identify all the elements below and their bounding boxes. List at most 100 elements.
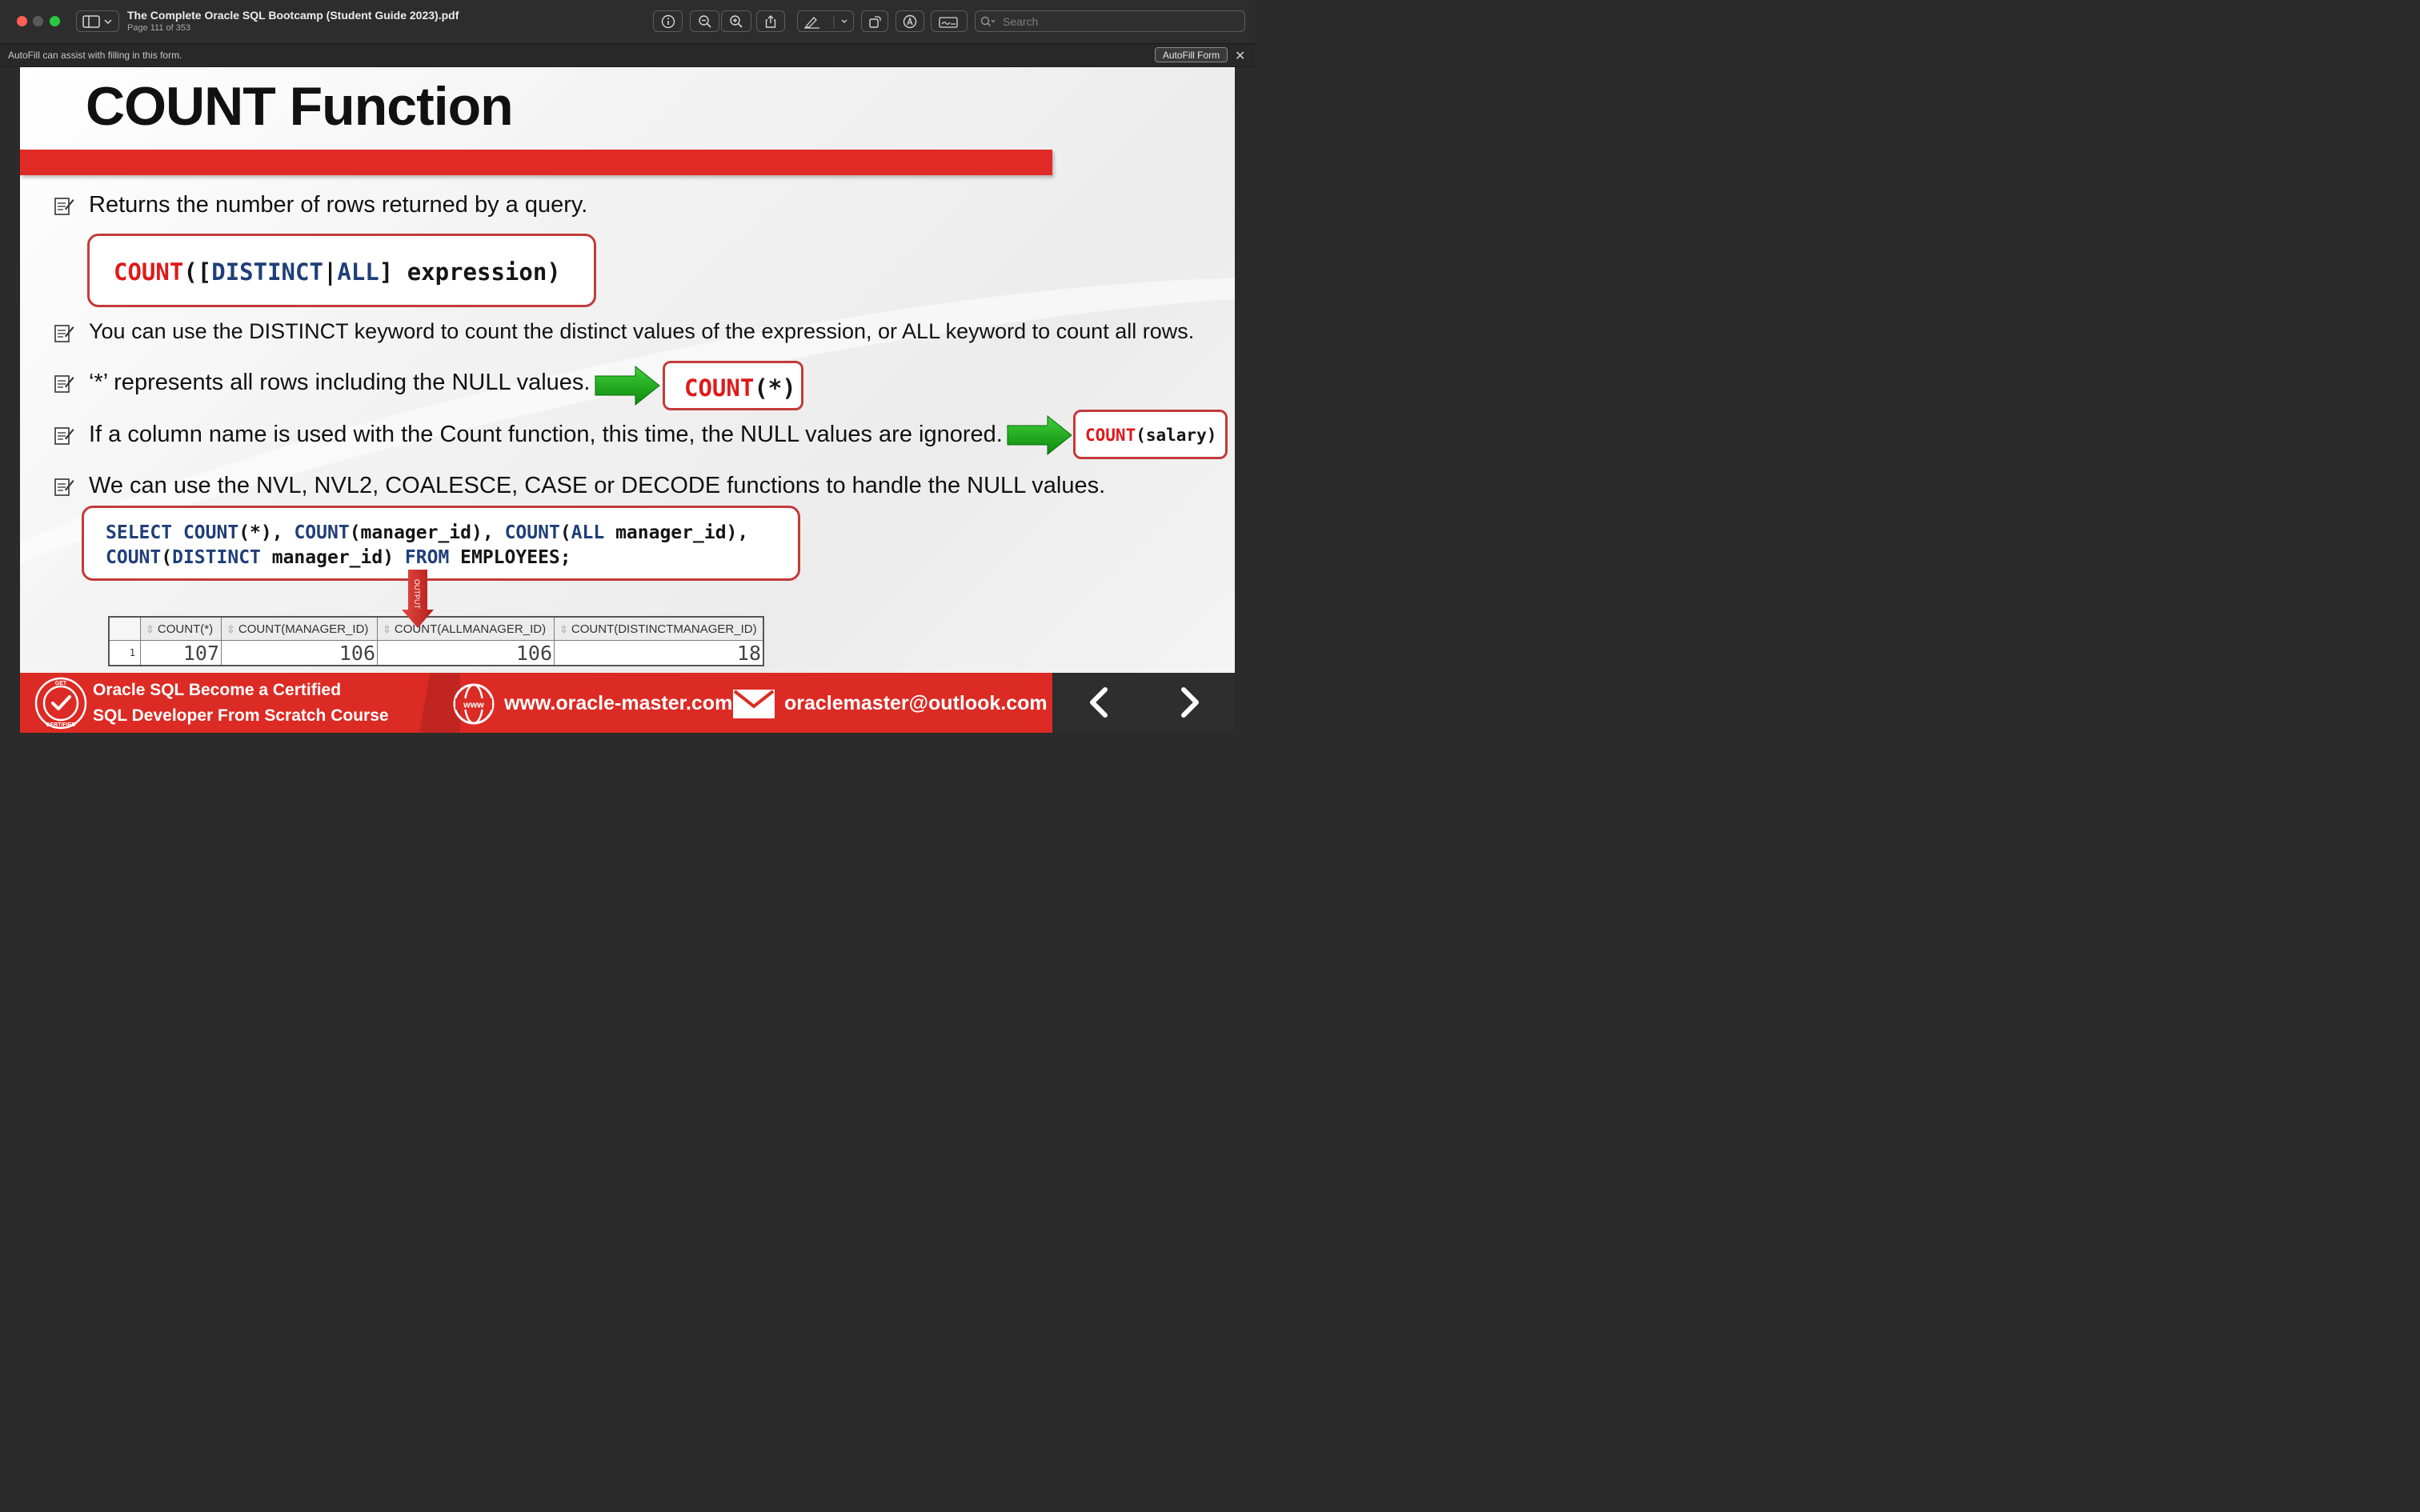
sidebar-toggle-button[interactable]	[76, 10, 119, 32]
sidebar-icon	[82, 14, 112, 28]
notepad-icon	[54, 427, 74, 445]
syntax-separator: |	[323, 258, 338, 286]
column-header-label: COUNT(MANAGER_ID)	[238, 622, 369, 636]
course-line-2: SQL Developer From Scratch Course	[93, 706, 389, 725]
zoom-window-button[interactable]	[50, 16, 60, 26]
zoom-out-button[interactable]	[690, 10, 719, 32]
arg-manager-id: manager_id)	[260, 547, 405, 568]
syntax-code: COUNT([DISTINCT|ALL] expression)	[114, 258, 561, 286]
table-row: 1 107 106 106 18	[108, 640, 764, 666]
count-star-code: COUNT(*)	[684, 374, 796, 402]
green-arrow-icon	[1007, 414, 1072, 456]
kw-distinct: DISTINCT	[172, 547, 261, 568]
globe-icon: www	[453, 683, 495, 725]
sort-icon: ⇳	[383, 622, 391, 635]
row-number-header	[108, 616, 141, 641]
syntax-fn: COUNT	[114, 258, 184, 286]
slide-title: COUNT Function	[86, 76, 514, 137]
bullet-text: Returns the number of rows returned by a…	[89, 192, 588, 218]
query-line-1: SELECT COUNT(*), COUNT(manager_id), COUN…	[106, 521, 748, 546]
search-field[interactable]	[975, 10, 1245, 32]
column-header[interactable]: ⇳ COUNT(MANAGER_ID)	[221, 616, 378, 641]
minimize-window-button[interactable]	[33, 16, 43, 26]
chevron-right-icon[interactable]	[1171, 685, 1206, 720]
notepad-icon	[54, 375, 74, 393]
output-arrow-icon: OUTPUT	[402, 570, 434, 628]
syntax-box: COUNT([DISTINCT|ALL] expression)	[87, 234, 596, 307]
document-title: The Complete Oracle SQL Bootcamp (Studen…	[127, 9, 459, 22]
share-button[interactable]	[756, 10, 785, 32]
chevron-left-icon[interactable]	[1083, 685, 1118, 720]
paren-open: (	[161, 547, 173, 568]
slide-footer: GET CERTIFIED Oracle SQL Become a Certif…	[20, 673, 1235, 733]
sort-icon: ⇳	[559, 622, 568, 635]
rotate-icon	[869, 15, 881, 28]
page-indicator: Page 111 of 353	[127, 23, 191, 33]
annotate-button[interactable]	[895, 10, 924, 32]
autofill-bar: AutoFill can assist with filling in this…	[0, 44, 1255, 67]
email-link[interactable]: oraclemaster@outlook.com	[784, 692, 1048, 715]
sort-icon: ⇳	[146, 622, 154, 635]
certified-badge-icon: GET CERTIFIED	[34, 677, 87, 730]
info-icon	[661, 14, 675, 28]
query-line-2: COUNT(DISTINCT manager_id) FROM EMPLOYEE…	[106, 546, 748, 570]
envelope-icon	[733, 690, 775, 718]
pen-icon	[803, 14, 847, 29]
search-icon	[980, 16, 996, 26]
result-cell: 18	[554, 640, 764, 666]
signature-icon	[939, 16, 958, 28]
output-label: OUTPUT	[413, 579, 421, 610]
paren-open: (	[559, 522, 571, 543]
close-window-button[interactable]	[17, 16, 27, 26]
kw-count: COUNT	[504, 522, 560, 543]
row-number: 1	[108, 640, 141, 666]
count-salary-box: COUNT(salary)	[1073, 410, 1228, 459]
query-box: SELECT COUNT(*), COUNT(manager_id), COUN…	[82, 506, 800, 581]
website-link[interactable]: www.oracle-master.com	[504, 692, 732, 715]
pdf-page: COUNT Function Returns the number of row…	[20, 67, 1235, 733]
column-header-label: COUNT(DISTINCTMANAGER_ID)	[571, 622, 757, 636]
arg-manager-id: (manager_id),	[349, 522, 505, 543]
syntax-open: ([	[183, 258, 212, 286]
zoom-in-icon	[730, 14, 743, 28]
markup-button[interactable]	[797, 10, 854, 32]
zoom-out-icon	[698, 14, 711, 28]
kw-count: COUNT	[294, 522, 350, 543]
kw-from: FROM	[404, 547, 450, 568]
bullet-text: We can use the NVL, NVL2, COALESCE, CASE…	[89, 473, 1106, 498]
result-grid: ⇳ COUNT(*) ⇳ COUNT(MANAGER_ID) ⇳ COUNT(ALLM…	[108, 616, 764, 666]
syntax-distinct: DISTINCT	[211, 258, 323, 286]
notepad-icon	[54, 325, 74, 342]
kw-select: SELECT	[106, 522, 183, 543]
column-header[interactable]: ⇳ COUNT(*)	[140, 616, 222, 641]
info-button[interactable]	[653, 10, 683, 32]
kw-count: COUNT	[106, 547, 162, 568]
count-salary-code: COUNT(salary)	[1085, 426, 1216, 445]
sort-icon: ⇳	[226, 622, 235, 635]
syntax-rest: ] expression)	[379, 258, 561, 286]
close-icon[interactable]: ✕	[1235, 48, 1245, 64]
title-bar: The Complete Oracle SQL Bootcamp (Studen…	[0, 0, 1255, 44]
rotate-button[interactable]	[861, 10, 888, 32]
green-arrow-icon	[595, 365, 660, 406]
footer-slant	[388, 673, 460, 733]
share-icon	[765, 14, 776, 28]
kw-count: COUNT	[182, 522, 239, 543]
globe-www-text: www	[463, 701, 484, 710]
badge-bottom-text: CERTIFIED	[46, 722, 76, 728]
sign-button[interactable]	[931, 10, 968, 32]
zoom-in-button[interactable]	[721, 10, 751, 32]
search-input[interactable]	[1001, 14, 1244, 29]
bullet-text: You can use the DISTINCT keyword to coun…	[89, 319, 1195, 343]
count-salary-fn: COUNT	[1085, 426, 1136, 445]
count-salary-args: (salary)	[1136, 426, 1217, 445]
autofill-form-button[interactable]: AutoFill Form	[1155, 47, 1228, 62]
count-star-args: (*)	[754, 374, 796, 402]
badge-top-text: GET	[55, 681, 67, 686]
result-cell: 106	[377, 640, 555, 666]
notepad-icon	[54, 198, 74, 215]
column-header[interactable]: ⇳ COUNT(DISTINCTMANAGER_ID)	[554, 616, 764, 641]
result-cell: 107	[140, 640, 222, 666]
course-line-1: Oracle SQL Become a Certified	[93, 681, 342, 699]
table-name: EMPLOYEES;	[449, 547, 571, 568]
